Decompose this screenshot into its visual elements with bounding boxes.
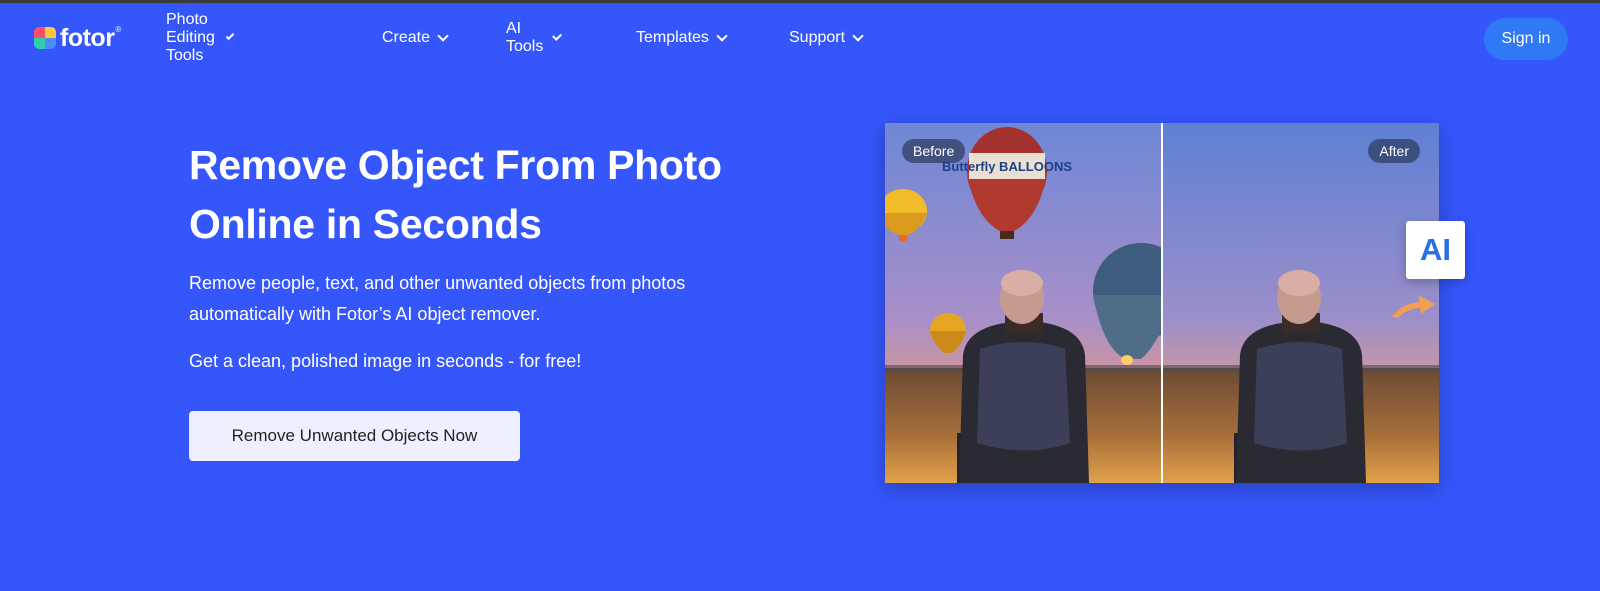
logo-text: fotor [60,23,115,52]
comparison-divider[interactable] [1161,123,1163,483]
after-label: After [1368,139,1420,163]
fotor-logo[interactable]: fotor ® [34,23,121,53]
nav-label: Photo Editing Tools [166,11,215,64]
nav-label: AI Tools [506,20,544,55]
registered-mark: ® [115,25,122,34]
sign-in-button[interactable]: Sign in [1484,18,1568,60]
before-image: Butterfly BALLOONS [885,123,1162,483]
nav-support[interactable]: Support [789,25,864,51]
chevron-down-icon [716,29,728,42]
chevron-down-icon [437,29,449,42]
hero-subtext: Get a clean, polished image in seconds -… [189,351,582,371]
nav-label: Support [789,29,846,46]
chevron-down-icon [225,31,235,40]
balloon-text: Butterfly BALLOONS [942,159,1072,174]
site-header: fotor ® Photo Editing Tools Create AI To… [0,3,1600,69]
nav-label: Create [382,29,431,46]
fotor-logo-icon [34,27,56,49]
curved-arrow-icon [1392,295,1435,318]
nav-create[interactable]: Create [382,25,449,51]
nav-photo-editing-tools[interactable]: Photo Editing Tools [166,11,235,64]
hero-description: Remove people, text, and other unwanted … [189,273,686,324]
before-after-comparison: Butterfly BALLOONS Before After [885,123,1439,483]
page-title: Remove Object From Photo Online in Secon… [189,142,722,247]
remove-objects-cta-button[interactable]: Remove Unwanted Objects Now [189,411,520,461]
before-label: Before [902,139,966,163]
nav-templates[interactable]: Templates [636,25,728,51]
ai-badge: AI [1406,221,1465,279]
chevron-down-icon [552,30,563,41]
nav-label: Templates [636,29,709,46]
nav-ai-tools[interactable]: AI Tools [506,20,563,55]
chevron-down-icon [852,29,864,42]
